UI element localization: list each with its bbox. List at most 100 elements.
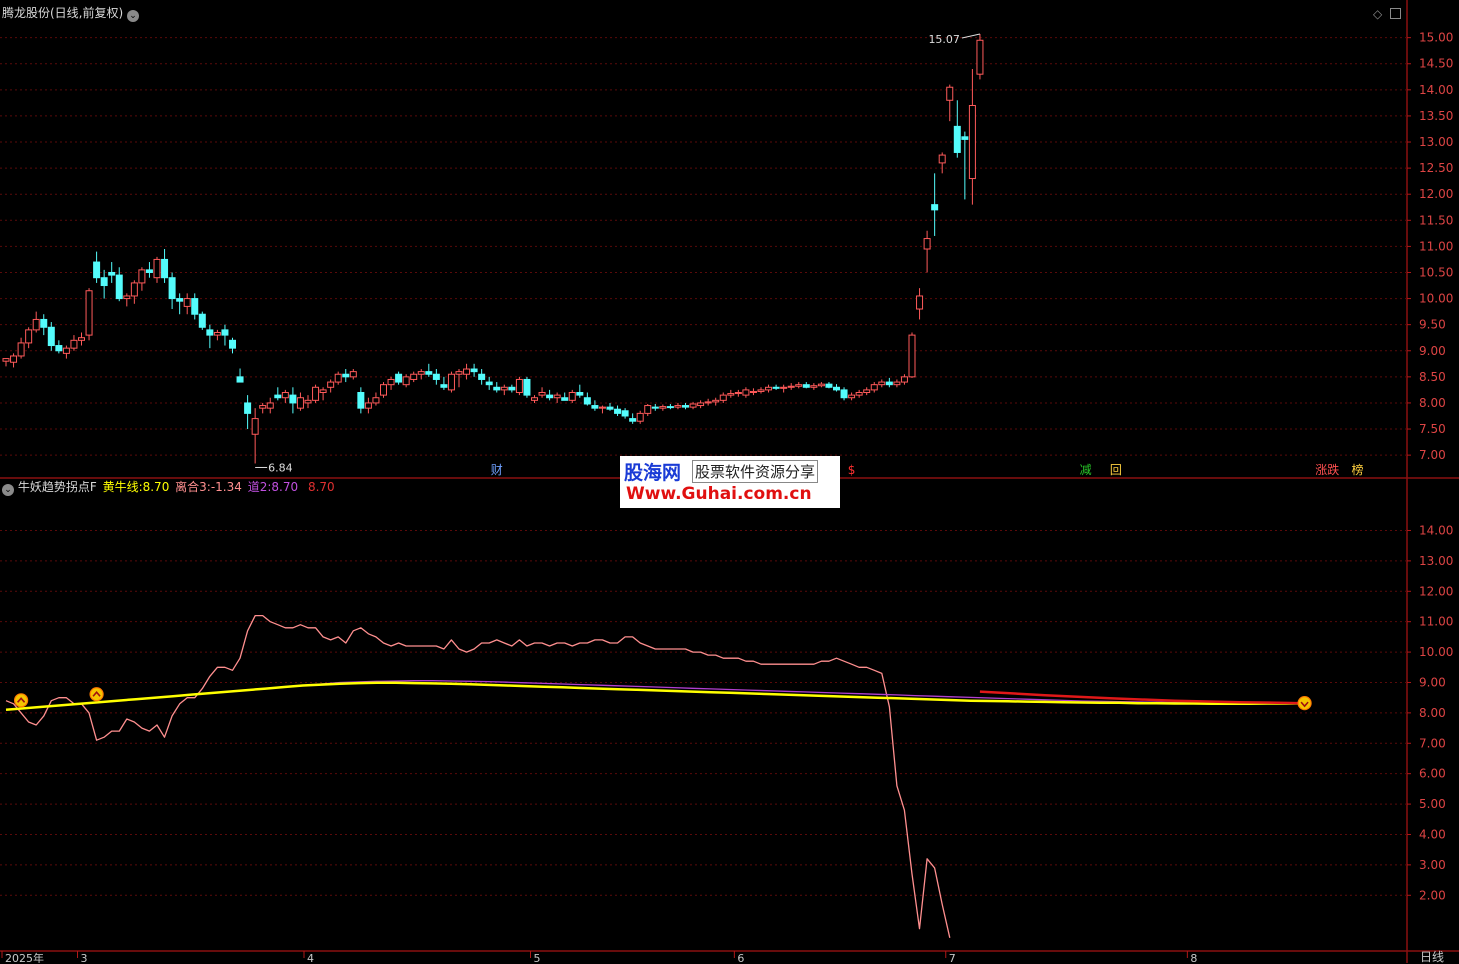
candle-body — [976, 39, 984, 75]
y-tick-label: 14.50 — [1419, 57, 1453, 71]
candle-body — [523, 378, 531, 396]
candle-body — [32, 318, 40, 331]
candle-body — [576, 392, 584, 396]
indicator-header: ⌄ 牛妖趋势拐点F 黄牛线:8.70 离合3:-1.34 道2:8.70 8.7… — [2, 480, 335, 496]
candle-body — [342, 373, 350, 378]
candle-body — [25, 329, 33, 344]
candle-body — [168, 277, 176, 300]
period-label[interactable]: 日线 — [1420, 950, 1444, 964]
y-tick-label: 10.00 — [1419, 292, 1453, 306]
dao-value: 8.70 — [271, 480, 299, 494]
candle-body — [319, 389, 327, 394]
candle-body — [312, 386, 320, 401]
candle-body — [357, 392, 365, 409]
candle-body — [870, 384, 878, 391]
candle-body — [629, 418, 637, 422]
candle-body — [931, 204, 939, 211]
candle-body — [614, 408, 622, 414]
candle-body — [463, 368, 471, 375]
candle-body — [327, 381, 335, 388]
diamond-icon[interactable]: ◇ — [1373, 7, 1382, 21]
candle-body — [17, 342, 25, 357]
stock-title: 腾龙股份(日线,前复权) ⌄ — [2, 6, 140, 22]
x-tick-label: 6 — [737, 952, 744, 963]
watermark: 股海网 股票软件资源分享 Www.Guhai.com.cn — [620, 456, 840, 508]
y-tick-label: 12.00 — [1419, 187, 1453, 201]
candle-body — [644, 405, 652, 414]
candle-body — [923, 238, 931, 250]
candle-body — [689, 403, 697, 408]
panel-controls: ◇ — [1373, 7, 1402, 21]
candle-body — [583, 397, 591, 405]
signal-dot — [14, 693, 29, 708]
candle-body — [727, 393, 735, 396]
chevron-down-icon[interactable]: ⌄ — [2, 484, 14, 496]
y-tick-label: 10.50 — [1419, 265, 1453, 279]
signal-marker — [89, 687, 104, 702]
yellow-line-label: 黄牛线: — [102, 480, 143, 494]
y-tick-label: 14.00 — [1419, 523, 1453, 537]
signal-dot — [1297, 696, 1312, 711]
y-tick-label: 14.00 — [1419, 83, 1453, 97]
y-tick-label: 5.00 — [1419, 797, 1446, 811]
candle-body — [712, 399, 720, 403]
candle-body — [749, 390, 757, 394]
candle-body — [810, 385, 818, 388]
candle-body — [40, 318, 48, 328]
candle-body — [787, 385, 795, 388]
candle-body — [93, 261, 101, 279]
dao-label: 道2: — [247, 480, 272, 494]
x-tick-label: 4 — [307, 952, 314, 963]
low-label: 6.84 — [268, 461, 293, 474]
candle-body — [900, 376, 908, 383]
candle-body — [266, 402, 274, 409]
candle-body — [387, 378, 395, 386]
candle-body — [289, 394, 297, 404]
candle-body — [742, 389, 750, 396]
window-icon[interactable] — [1390, 8, 1402, 19]
candle-body — [802, 384, 810, 388]
y-tick-label: 10.00 — [1419, 645, 1453, 659]
y-tick-label: 9.00 — [1419, 675, 1446, 689]
event-marker: 减 — [1080, 463, 1092, 477]
candle-body — [447, 373, 455, 391]
candle-body — [968, 104, 976, 180]
candle-body — [508, 386, 516, 391]
candle-body — [432, 373, 440, 380]
y-tick-label: 11.00 — [1419, 615, 1453, 629]
candle-body — [606, 406, 614, 410]
x-tick-label: 3 — [81, 952, 88, 963]
chevron-down-icon[interactable]: ⌄ — [127, 10, 140, 22]
candle-body — [161, 258, 169, 279]
candle-body — [123, 295, 131, 300]
candle-body — [772, 386, 780, 389]
y-tick-label: 7.00 — [1419, 448, 1446, 462]
candle-body — [251, 418, 259, 435]
candle-body — [478, 373, 486, 380]
candle-body — [455, 371, 463, 375]
candle-body — [765, 386, 773, 391]
candle-body — [825, 383, 833, 388]
stock-name: 腾龙股份(日线,前复权) — [2, 6, 124, 20]
y-tick-label: 8.50 — [1419, 370, 1446, 384]
candle-body — [908, 334, 916, 378]
candle-body — [145, 269, 153, 273]
candle-body — [108, 271, 116, 276]
lihe-label: 离合3: — [175, 480, 211, 494]
candle-body — [417, 371, 425, 375]
candle-body — [410, 373, 418, 380]
y-tick-label: 13.00 — [1419, 554, 1453, 568]
candle-body — [138, 269, 146, 284]
candle-body — [719, 394, 727, 401]
candle-body — [885, 381, 893, 386]
candle-body — [440, 384, 448, 388]
candle-body — [953, 125, 961, 153]
y-tick-label: 13.00 — [1419, 135, 1453, 149]
candle-body — [296, 397, 304, 409]
candle-body — [229, 339, 236, 349]
candle-body — [47, 326, 55, 347]
watermark-tagline: 股票软件资源分享 — [692, 460, 819, 483]
candle-body — [591, 405, 599, 409]
candle-body — [2, 358, 10, 362]
y-tick-label: 8.00 — [1419, 706, 1446, 720]
